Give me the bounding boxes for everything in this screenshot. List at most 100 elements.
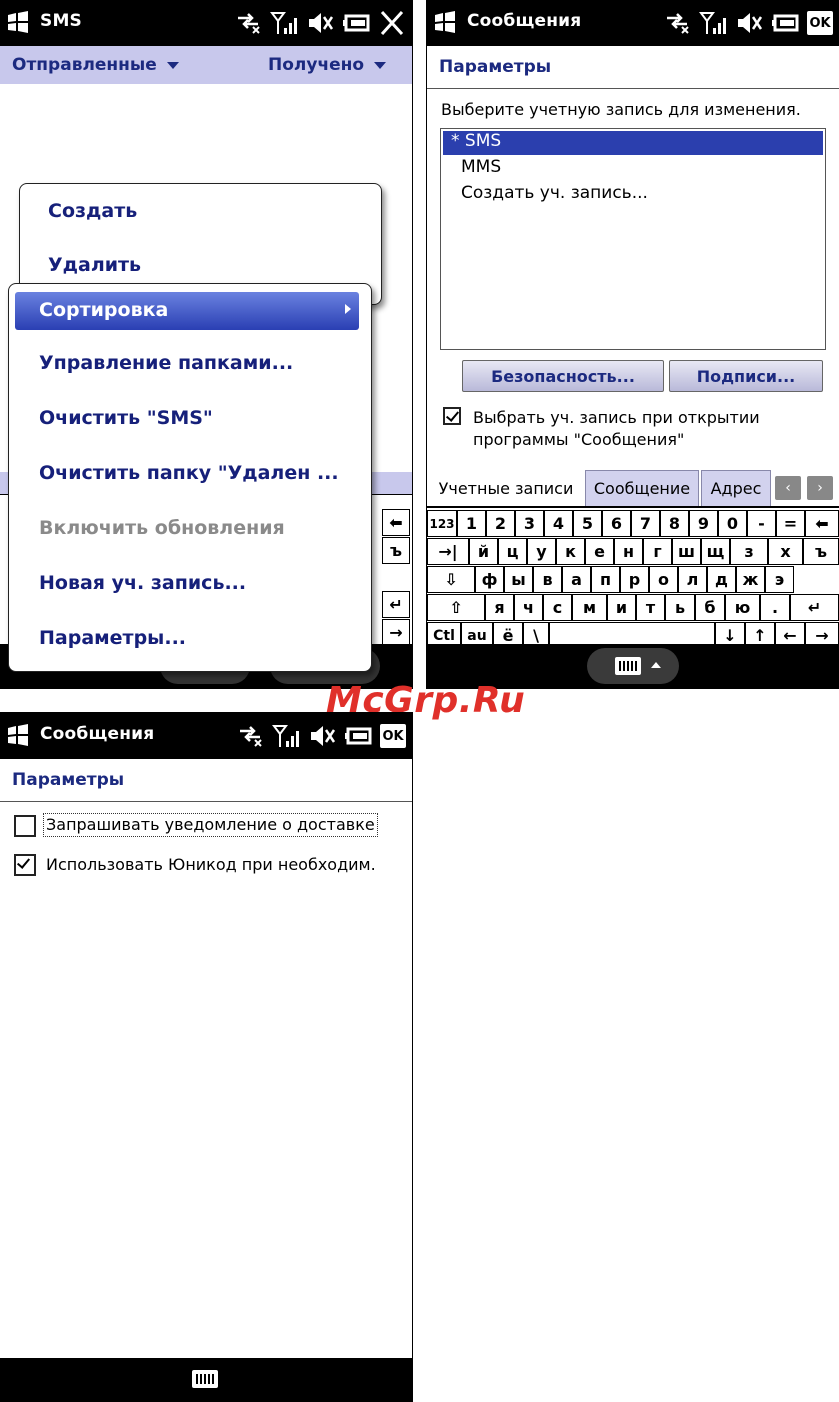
windows-start-icon[interactable] xyxy=(433,10,457,34)
list-item[interactable]: MMS xyxy=(443,157,823,181)
key[interactable]: г xyxy=(643,538,672,565)
signal-icon[interactable] xyxy=(272,723,300,749)
key[interactable]: . xyxy=(760,594,790,621)
key[interactable]: л xyxy=(678,566,707,593)
sort-dropdown[interactable]: Получено xyxy=(268,55,387,75)
tab-message[interactable]: Сообщение xyxy=(585,470,699,506)
connectivity-icon[interactable] xyxy=(234,10,262,36)
tab-address[interactable]: Адрес xyxy=(701,470,771,506)
key[interactable]: б xyxy=(695,594,725,621)
volume-muted-icon[interactable] xyxy=(308,723,336,749)
volume-muted-icon[interactable] xyxy=(306,10,334,36)
key[interactable]: у xyxy=(527,538,556,565)
chevron-left-icon[interactable]: ‹ xyxy=(775,476,801,500)
key[interactable]: 7 xyxy=(631,510,660,537)
key[interactable]: ы xyxy=(504,566,533,593)
key-backspace[interactable]: ⬅ xyxy=(805,510,839,537)
menu-item-manage-folders[interactable]: Управление папками... xyxy=(39,352,401,374)
key-enter[interactable]: ↵ xyxy=(790,594,839,621)
key-tab[interactable]: →| xyxy=(427,538,469,565)
list-item[interactable]: Создать уч. запись... xyxy=(443,183,823,207)
menu-item-delete[interactable]: Удалить xyxy=(48,254,409,276)
battery-icon[interactable] xyxy=(342,10,370,36)
list-item[interactable]: * SMS xyxy=(443,131,823,155)
key[interactable]: д xyxy=(707,566,736,593)
key[interactable]: ш xyxy=(672,538,701,565)
key[interactable]: ж xyxy=(736,566,765,593)
key[interactable]: ч xyxy=(514,594,543,621)
unicode-label: Использовать Юникод при необходим. xyxy=(46,855,376,874)
key-123[interactable]: 123 xyxy=(427,510,457,537)
open-account-checkbox[interactable] xyxy=(443,407,461,425)
key[interactable]: в xyxy=(533,566,562,593)
key[interactable]: 5 xyxy=(573,510,602,537)
key[interactable]: 0 xyxy=(718,510,747,537)
key-caps[interactable]: ⇩ xyxy=(427,566,475,593)
delivery-report-checkbox[interactable] xyxy=(14,815,36,837)
key[interactable]: ъ xyxy=(803,538,839,565)
key[interactable]: с xyxy=(543,594,572,621)
key[interactable]: м xyxy=(572,594,607,621)
key[interactable]: е xyxy=(585,538,614,565)
sip-button[interactable] xyxy=(587,648,679,684)
security-button[interactable]: Безопасность... xyxy=(462,360,664,392)
battery-icon[interactable] xyxy=(771,10,799,36)
key[interactable]: 4 xyxy=(544,510,573,537)
key[interactable]: 9 xyxy=(689,510,718,537)
key[interactable]: 8 xyxy=(660,510,689,537)
key[interactable]: к xyxy=(556,538,585,565)
key[interactable]: з xyxy=(730,538,768,565)
keyboard-icon xyxy=(615,657,641,675)
key[interactable]: ь xyxy=(665,594,695,621)
key[interactable]: х xyxy=(768,538,803,565)
keyboard-icon[interactable] xyxy=(192,1370,218,1388)
volume-muted-icon[interactable] xyxy=(735,10,763,36)
menu-item-settings[interactable]: Параметры... xyxy=(39,627,401,649)
signal-icon[interactable] xyxy=(270,10,298,36)
connectivity-icon[interactable] xyxy=(663,10,691,36)
ok-button[interactable]: OK xyxy=(807,11,833,35)
close-icon[interactable] xyxy=(378,10,406,36)
windows-start-icon[interactable] xyxy=(6,10,30,34)
battery-icon[interactable] xyxy=(344,723,372,749)
signatures-button[interactable]: Подписи... xyxy=(669,360,823,392)
windows-start-icon[interactable] xyxy=(6,723,30,747)
key[interactable]: о xyxy=(649,566,678,593)
key[interactable]: ф xyxy=(475,566,504,593)
key[interactable]: 1 xyxy=(457,510,486,537)
key[interactable]: э xyxy=(765,566,794,593)
signal-icon[interactable] xyxy=(699,10,727,36)
key[interactable]: я xyxy=(485,594,514,621)
key[interactable]: н xyxy=(614,538,643,565)
tab-accounts[interactable]: Учетные записи xyxy=(429,470,583,506)
folder-dropdown[interactable]: Отправленные xyxy=(12,55,179,75)
key-shift[interactable]: ⇧ xyxy=(427,594,485,621)
key[interactable]: ю xyxy=(725,594,760,621)
key[interactable]: - xyxy=(747,510,776,537)
key[interactable]: = xyxy=(776,510,805,537)
key[interactable]: ц xyxy=(498,538,527,565)
unicode-checkbox[interactable] xyxy=(14,854,36,876)
connectivity-icon[interactable] xyxy=(236,723,264,749)
key[interactable]: и xyxy=(607,594,636,621)
menu-item-clear-deleted[interactable]: Очистить папку "Удален ... xyxy=(39,462,401,484)
key[interactable]: й xyxy=(469,538,498,565)
key[interactable]: 3 xyxy=(515,510,544,537)
menu-item-sort[interactable]: Сортировка xyxy=(15,292,359,330)
app-title: Сообщения xyxy=(40,724,155,744)
menu-item-new-account[interactable]: Новая уч. запись... xyxy=(39,572,401,594)
account-prompt: Выберите учетную запись для изменения. xyxy=(441,100,801,119)
key[interactable]: 6 xyxy=(602,510,631,537)
menu-item-clear-sms[interactable]: Очистить "SMS" xyxy=(39,407,401,429)
key[interactable]: р xyxy=(620,566,649,593)
menu-item-create[interactable]: Создать xyxy=(48,200,409,222)
ok-button[interactable]: OK xyxy=(380,724,406,748)
key[interactable]: 2 xyxy=(486,510,515,537)
key[interactable]: щ xyxy=(701,538,730,565)
key[interactable]: а xyxy=(562,566,591,593)
delivery-report-label: Запрашивать уведомление о доставке xyxy=(43,813,378,837)
key[interactable]: т xyxy=(636,594,665,621)
page-title: Параметры xyxy=(439,57,552,77)
chevron-right-icon[interactable]: › xyxy=(807,476,833,500)
key[interactable]: п xyxy=(591,566,620,593)
